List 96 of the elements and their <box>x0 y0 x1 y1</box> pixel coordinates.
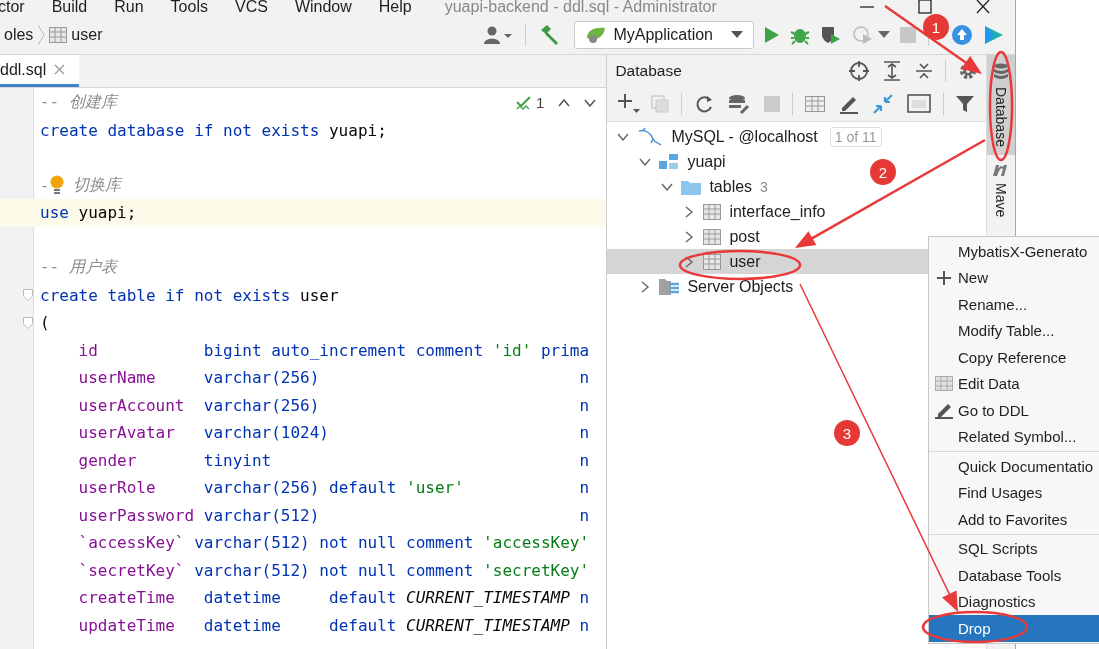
editor-tab[interactable]: ddl.sql <box>0 55 80 87</box>
context-menu-item[interactable]: Rename... <box>929 291 1099 318</box>
context-menu-item[interactable]: Diagnostics <box>929 588 1099 615</box>
code-line: - <box>40 175 50 195</box>
context-menu-item[interactable]: Add to Favorites <box>929 506 1099 533</box>
server-objects-icon <box>659 277 680 296</box>
maximize-icon[interactable] <box>917 0 933 15</box>
tree-item[interactable]: yuapi <box>607 149 726 174</box>
context-menu-item[interactable]: Copy Reference <box>929 344 1099 371</box>
schema-icon <box>659 152 680 171</box>
code-line: updateTime datetime default CURRENT_TIMESTAMP n <box>77 615 590 635</box>
console-icon[interactable] <box>907 94 932 114</box>
menu-item[interactable]: VCS <box>234 0 268 16</box>
upload-icon[interactable] <box>951 24 973 46</box>
shield-play-icon[interactable] <box>820 25 842 45</box>
code-line: userAccount varchar(256) n <box>77 395 590 415</box>
tree-item[interactable]: MySQL - @localhost 1 of 11 <box>607 124 882 149</box>
close-icon[interactable] <box>975 0 991 15</box>
code-line: userAvatar varchar(1024) n <box>77 423 590 443</box>
chevron-down-icon[interactable] <box>661 182 674 191</box>
plus-icon <box>936 270 951 285</box>
chevron-down-icon[interactable] <box>617 132 630 141</box>
caret-icon <box>731 31 743 39</box>
context-menu-item[interactable]: Edit Data <box>929 370 1099 397</box>
inspection-count: 1 <box>536 94 545 111</box>
code-line: 切换库 <box>72 174 122 196</box>
menu-item[interactable]: Help <box>378 0 412 16</box>
code-line: gender tinyint n <box>77 450 590 470</box>
menu-item[interactable]: Run <box>114 0 144 16</box>
menu-item[interactable]: Build <box>51 0 88 16</box>
database-tools-icon[interactable] <box>728 94 751 114</box>
expand-all-icon[interactable] <box>883 61 902 81</box>
code-line: userName varchar(256) n <box>77 368 590 388</box>
folder-icon <box>681 178 702 195</box>
tree-item[interactable]: interface_info <box>607 199 826 224</box>
context-menu-item[interactable]: Related Symbol... <box>929 423 1099 450</box>
compare-arrows-icon[interactable] <box>873 94 894 114</box>
add-icon[interactable] <box>617 93 642 115</box>
spring-leaf-icon <box>585 26 608 44</box>
code-line: `secretKey` varchar(512) not null comment 'secretKey' <box>77 560 590 580</box>
code-line: -- 用户表 <box>40 257 117 279</box>
code-line: id bigint auto_increment comment 'id' prima <box>77 340 590 360</box>
context-menu-item[interactable]: Drop <box>929 615 1099 642</box>
code-line: create table if not exists user <box>40 285 339 305</box>
collapse-all-icon[interactable] <box>915 61 934 81</box>
table-icon <box>703 203 722 220</box>
panel-title: Database <box>615 62 682 80</box>
tree-item[interactable]: Server Objects <box>607 274 794 299</box>
table-icon <box>703 253 722 270</box>
filter-icon[interactable] <box>956 95 975 113</box>
refresh-icon[interactable] <box>694 94 715 114</box>
context-menu-item[interactable]: SQL Scripts <box>929 535 1099 562</box>
table-icon <box>49 27 68 43</box>
maven-icon <box>992 162 1010 177</box>
pencil-icon[interactable] <box>839 94 860 114</box>
context-menu-item[interactable]: Go to DDL <box>929 397 1099 424</box>
code-line: `accessKey` varchar(512) not null comment 'accessKey' <box>77 533 590 553</box>
tree-item[interactable]: post <box>607 224 760 249</box>
check-icon[interactable] <box>516 94 533 111</box>
chevron-right-icon <box>37 24 46 46</box>
fold-marker-icon[interactable] <box>23 289 33 302</box>
code-line: ( <box>40 313 50 333</box>
code-line: use yuapi; <box>40 203 137 223</box>
caret-icon[interactable] <box>878 31 890 39</box>
run-config-dropdown[interactable]: MyApplication <box>574 21 754 49</box>
chevron-down-icon[interactable] <box>639 157 652 166</box>
tree-item[interactable]: tables 3 <box>607 174 768 199</box>
breadcrumb-item[interactable]: user <box>71 26 103 44</box>
crosshair-icon[interactable] <box>849 61 870 81</box>
user-icon[interactable] <box>483 25 514 45</box>
menu-item[interactable]: Tools <box>170 0 208 16</box>
table-icon <box>703 228 722 245</box>
tool-window-tab[interactable]: Mave <box>987 154 1015 226</box>
context-menu-item[interactable]: Modify Table... <box>929 317 1099 344</box>
chevron-up-icon[interactable] <box>558 98 571 107</box>
code-line: createTime datetime default CURRENT_TIMESTAMP n <box>77 588 590 608</box>
chevron-down-icon[interactable] <box>584 98 597 107</box>
code-line: userPassword varchar(512) n <box>77 505 590 525</box>
table-icon[interactable] <box>805 96 826 112</box>
database-icon <box>993 63 1009 81</box>
window-title: yuapi-backend - ddl.sql - Administrator <box>444 0 717 16</box>
code-line: create database if not exists yuapi; <box>40 120 387 140</box>
code-line: -- 创建库 <box>40 92 117 114</box>
plugin-logo-icon[interactable] <box>983 24 1005 46</box>
breadcrumb-item[interactable]: oles <box>4 26 34 44</box>
fold-marker-icon[interactable] <box>23 316 33 329</box>
context-menu-item[interactable]: Find Usages <box>929 479 1099 506</box>
pencil-icon <box>934 401 953 420</box>
context-menu-item[interactable]: Database Tools <box>929 562 1099 589</box>
code-line: userRole varchar(256) default 'user' n <box>77 478 590 498</box>
run-icon[interactable] <box>764 26 780 44</box>
lightbulb-icon[interactable] <box>49 175 64 196</box>
table-icon <box>934 376 953 392</box>
dolphin-icon <box>637 126 664 147</box>
menu-item[interactable]: Window <box>294 0 352 16</box>
context-menu-item[interactable]: Quick Documentatio <box>929 453 1099 480</box>
